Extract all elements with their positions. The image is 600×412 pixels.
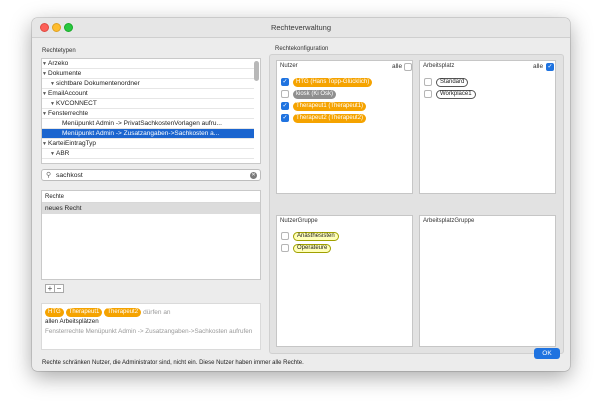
arbeitsplatz-standard-pill: Standard	[436, 77, 469, 87]
nutzer-kiosk-checkbox[interactable]	[281, 90, 289, 98]
arbeitsplatzgruppe-box: ArbeitsplatzGruppe	[419, 215, 556, 347]
nutzer-alle-checkbox[interactable]	[404, 63, 412, 71]
user-pill-htg: HTG	[45, 307, 64, 317]
arbeitsplatz-standard-checkbox[interactable]	[424, 78, 432, 86]
nutzergruppe-item-anaesthesisten[interactable]: Anästhesisten	[281, 231, 339, 241]
user-pill-therapeut1: Therapeut1	[65, 307, 103, 317]
tree-item-emailaccount[interactable]: ▼EmailAccount	[42, 89, 254, 99]
search-input[interactable]	[56, 170, 246, 180]
arbeitsplatz-item-standard[interactable]: Standard	[424, 77, 469, 87]
tree-item-privatsachkosten[interactable]: Menüpunkt Admin -> PrivatSachkostenVorla…	[42, 119, 254, 129]
nutzer-therapeut1-checkbox[interactable]: ✓	[281, 102, 289, 110]
nutzergruppe-anaesthesisten-checkbox[interactable]	[281, 232, 289, 240]
arbeitsplatz-item-workplace1[interactable]: Workplace1	[424, 89, 476, 99]
tree-item-zusatzangaben-sachkosten[interactable]: Menüpunkt Admin -> Zusatzangaben->Sachko…	[42, 129, 254, 139]
duerfen-text: dürfen an	[143, 308, 171, 316]
nutzer-item-htg[interactable]: ✓ HTG (Hans Topp-Glücklich)	[281, 77, 373, 87]
rechte-header: Rechte	[42, 191, 260, 203]
arbeitsplatz-alle-label: alle	[533, 63, 544, 70]
nutzer-therapeut1-pill: Therapeut1 (Therapeut1)	[293, 101, 367, 111]
arbeitsplatz-alle-checkbox[interactable]: ✓	[546, 63, 554, 71]
footer-note: Rechte schränken Nutzer, die Administrat…	[42, 360, 304, 366]
arbeitsplatzgruppe-header: ArbeitsplatzGruppe	[423, 218, 475, 224]
titlebar: Rechteverwaltung	[32, 18, 570, 38]
arbeitsplatz-workplace1-pill: Workplace1	[436, 89, 476, 99]
alle-arbeitsplaetze-text: allen Arbeitsplätzen	[45, 318, 99, 325]
tree-item-abr[interactable]: ▼ABR	[42, 149, 254, 159]
window-title: Rechteverwaltung	[270, 23, 332, 32]
nutzergruppe-operateure-checkbox[interactable]	[281, 244, 289, 252]
nutzer-kiosk-pill: kiosk (Ki Osk)	[293, 89, 337, 99]
rechtetypen-label: Rechtetypen	[42, 48, 76, 54]
arbeitsplatz-workplace1-checkbox[interactable]	[424, 90, 432, 98]
tree-scrollbar[interactable]	[254, 61, 259, 81]
nutzergruppe-header: NutzerGruppe	[280, 218, 318, 224]
nutzer-item-therapeut2[interactable]: ✓ Therapeut2 (Therapeut2)	[281, 113, 367, 123]
user-pill-therapeut2: Therapeut2	[104, 307, 142, 317]
rights-summary: HTG Therapeut1 Therapeut2 dürfen an alle…	[41, 303, 261, 350]
tree-item-karteieintragtyp[interactable]: ▼KarteiEintragTyp	[42, 139, 254, 149]
nutzergruppe-item-operateure[interactable]: Operateure	[281, 243, 332, 253]
nutzer-item-kiosk[interactable]: kiosk (Ki Osk)	[281, 89, 337, 99]
nutzer-box: Nutzer alle ✓ HTG (Hans Topp-Glücklich) …	[276, 60, 413, 194]
tree-item-arzeko[interactable]: ▼Arzeko	[42, 59, 254, 69]
nutzer-htg-checkbox[interactable]: ✓	[281, 78, 289, 86]
rechteverwaltung-window: Rechteverwaltung Rechtetypen ▼Arzeko ▼Do…	[32, 18, 570, 371]
nutzer-therapeut2-pill: Therapeut2 (Therapeut2)	[293, 113, 367, 123]
rechte-list: Rechte neues Recht	[41, 190, 261, 280]
nutzer-item-therapeut1[interactable]: ✓ Therapeut1 (Therapeut1)	[281, 101, 367, 111]
rechtekonfiguration-panel: Nutzer alle ✓ HTG (Hans Topp-Glücklich) …	[269, 54, 564, 354]
add-remove-controls: + −	[45, 284, 64, 293]
nutzergruppe-operateure-pill: Operateure	[293, 243, 332, 253]
search-icon: ⚲	[46, 172, 52, 179]
arbeitsplatz-header: Arbeitsplatz	[423, 63, 455, 69]
nutzer-alle-label: alle	[392, 63, 403, 70]
right-description: Fensterrechte Menüpunkt Admin -> Zusatza…	[45, 328, 253, 335]
rechtekonfiguration-label: Rechtekonfiguration	[275, 46, 329, 52]
nutzergruppe-box: NutzerGruppe Anästhesisten Operateure	[276, 215, 413, 347]
tree-item-dokumente[interactable]: ▼Dokumente	[42, 69, 254, 79]
nutzergruppe-anaesthesisten-pill: Anästhesisten	[293, 231, 339, 241]
rechte-row[interactable]: neues Recht	[42, 203, 260, 214]
nutzer-header: Nutzer	[280, 63, 298, 69]
tree-item-fensterrechte[interactable]: ▼Fensterrechte	[42, 109, 254, 119]
ok-button[interactable]: OK	[534, 348, 560, 359]
tree-item-sichtbare-dokumentenordner[interactable]: ▼sichtbare Dokumentenordner	[42, 79, 254, 89]
clear-search-icon[interactable]: ✕	[250, 172, 257, 179]
search-field[interactable]: ⚲ ✕	[41, 169, 261, 181]
nutzer-therapeut2-checkbox[interactable]: ✓	[281, 114, 289, 122]
rechtetypen-tree[interactable]: ▼Arzeko ▼Dokumente ▼sichtbare Dokumenten…	[41, 58, 261, 164]
remove-button[interactable]: −	[54, 284, 64, 293]
arbeitsplatz-box: Arbeitsplatz alle ✓ Standard Workplace1	[419, 60, 556, 194]
tree-item-kvconnect[interactable]: ▼KVCONNECT	[42, 99, 254, 109]
nutzer-htg-pill: HTG (Hans Topp-Glücklich)	[293, 77, 373, 87]
